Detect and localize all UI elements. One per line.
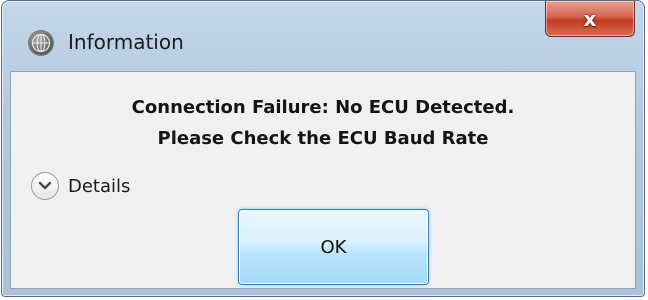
title-bar[interactable]: Information x bbox=[2, 1, 644, 65]
information-dialog-window: Information x Connection Failure: No ECU… bbox=[1, 0, 645, 297]
window-title: Information bbox=[68, 30, 184, 54]
message-text: Connection Failure: No ECU Detected. Ple… bbox=[11, 92, 635, 154]
message-line-1: Connection Failure: No ECU Detected. bbox=[131, 97, 515, 118]
message-line-2: Please Check the ECU Baud Rate bbox=[157, 128, 489, 149]
details-toggle[interactable]: Details bbox=[31, 170, 130, 202]
dialog-content: Connection Failure: No ECU Detected. Ple… bbox=[10, 71, 636, 289]
close-icon: x bbox=[583, 6, 597, 31]
info-globe-icon bbox=[29, 31, 53, 55]
chevron-down-icon[interactable] bbox=[31, 172, 59, 200]
ok-button[interactable]: OK bbox=[238, 209, 429, 285]
details-label[interactable]: Details bbox=[68, 176, 130, 197]
close-button[interactable]: x bbox=[545, 1, 635, 37]
